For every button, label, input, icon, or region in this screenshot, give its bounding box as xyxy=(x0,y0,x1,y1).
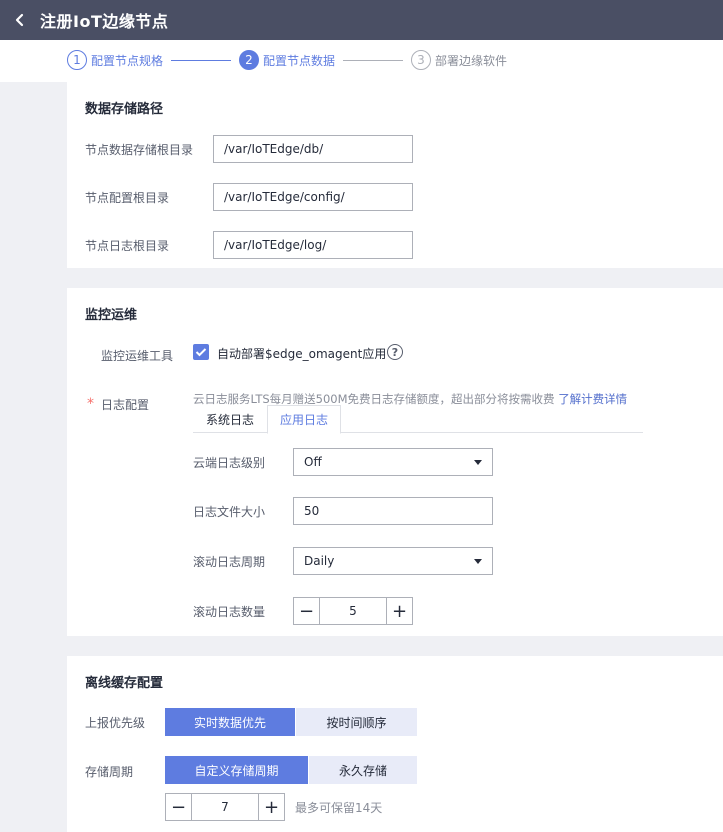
config-root-value: /var/IoTEdge/config/ xyxy=(224,190,345,204)
rolling-period-select[interactable]: Daily xyxy=(293,547,493,575)
page-title: 注册IoT边缘节点 xyxy=(40,12,169,31)
rolling-count-stepper: − 5 + xyxy=(293,597,413,625)
rolling-count-value[interactable]: 5 xyxy=(320,598,386,624)
log-config-label: 日志配置 xyxy=(101,398,150,412)
period-custom-button[interactable]: 自定义存储周期 xyxy=(165,756,308,784)
rolling-period-label: 滚动日志周期 xyxy=(193,555,266,569)
cloud-level-select[interactable]: Off xyxy=(293,448,493,476)
file-size-value: 50 xyxy=(304,504,320,518)
config-root-input[interactable]: /var/IoTEdge/config/ xyxy=(213,183,413,211)
period-label: 存储周期 xyxy=(85,765,134,779)
cloud-level-label: 云端日志级别 xyxy=(193,456,266,470)
log-root-label: 节点日志根目录 xyxy=(85,239,170,253)
step-1-number: 1 xyxy=(67,50,87,70)
rolling-period-value: Daily xyxy=(304,554,335,568)
monitor-card: 监控运维 监控运维工具 自动部署$edge_omagent应用 ? * 日志配置… xyxy=(67,288,723,636)
storage-card: 数据存储路径 节点数据存储根目录 /var/IoTEdge/db/ 节点配置根目… xyxy=(67,82,723,268)
billing-details-link[interactable]: 了解计费详情 xyxy=(558,392,627,406)
dropdown-caret-icon xyxy=(474,459,482,465)
db-root-label: 节点数据存储根目录 xyxy=(85,143,194,157)
db-root-value: /var/IoTEdge/db/ xyxy=(224,142,324,156)
step-3-label: 部署边缘软件 xyxy=(435,53,508,68)
step-3-number: 3 xyxy=(411,50,431,70)
step-2-number: 2 xyxy=(239,50,259,70)
decrement-button[interactable]: − xyxy=(166,794,192,820)
monitor-tool-label: 监控运维工具 xyxy=(101,349,174,363)
step-connector-1 xyxy=(171,60,231,61)
log-root-value: /var/IoTEdge/log/ xyxy=(224,238,327,252)
log-tabs: 系统日志 应用日志 xyxy=(193,405,643,434)
priority-time-order-button[interactable]: 按时间顺序 xyxy=(296,708,417,736)
file-size-label: 日志文件大小 xyxy=(193,505,266,519)
rolling-count-label: 滚动日志数量 xyxy=(193,605,266,619)
decrement-button[interactable]: − xyxy=(294,598,320,624)
check-icon xyxy=(195,348,207,357)
omagent-checkbox[interactable] xyxy=(193,344,209,360)
page-header: 注册IoT边缘节点 xyxy=(0,0,723,40)
step-indicator: 1 配置节点规格 2 配置节点数据 3 部署边缘软件 xyxy=(0,40,723,82)
dropdown-caret-icon xyxy=(474,558,482,564)
increment-button[interactable]: + xyxy=(258,794,284,820)
period-stepper: − 7 + xyxy=(165,793,285,821)
step-2: 2 配置节点数据 xyxy=(239,50,335,70)
log-root-input[interactable]: /var/IoTEdge/log/ xyxy=(213,231,413,259)
chevron-left-icon xyxy=(15,13,24,27)
tab-system-log[interactable]: 系统日志 xyxy=(193,405,267,433)
storage-title: 数据存储路径 xyxy=(85,102,164,117)
offline-title: 离线缓存配置 xyxy=(85,676,164,691)
increment-button[interactable]: + xyxy=(386,598,412,624)
db-root-input[interactable]: /var/IoTEdge/db/ xyxy=(213,135,413,163)
step-1: 1 配置节点规格 xyxy=(67,50,163,70)
monitor-title: 监控运维 xyxy=(85,308,138,323)
back-button[interactable] xyxy=(0,0,40,40)
step-1-label: 配置节点规格 xyxy=(91,53,164,68)
omagent-checkbox-label: 自动部署$edge_omagent应用 xyxy=(217,347,387,361)
step-3: 3 部署边缘软件 xyxy=(411,50,507,70)
help-icon[interactable]: ? xyxy=(387,344,403,360)
file-size-input[interactable]: 50 xyxy=(293,497,493,525)
config-root-label: 节点配置根目录 xyxy=(85,191,170,205)
required-mark: * xyxy=(87,396,94,412)
tab-app-log[interactable]: 应用日志 xyxy=(267,405,341,434)
step-2-label: 配置节点数据 xyxy=(263,53,336,68)
log-notice-text: 云日志服务LTS每月赠送500M免费日志存储额度，超出部分将按需收费 xyxy=(193,392,555,406)
step-connector-2 xyxy=(343,60,403,61)
period-value[interactable]: 7 xyxy=(192,794,258,820)
priority-realtime-button[interactable]: 实时数据优先 xyxy=(165,708,295,736)
period-permanent-button[interactable]: 永久存储 xyxy=(309,756,417,784)
offline-card: 离线缓存配置 上报优先级 实时数据优先 按时间顺序 存储周期 自定义存储周期 永… xyxy=(67,656,723,832)
cloud-level-value: Off xyxy=(304,455,322,469)
period-hint: 最多可保留14天 xyxy=(295,801,383,815)
priority-label: 上报优先级 xyxy=(85,716,146,730)
